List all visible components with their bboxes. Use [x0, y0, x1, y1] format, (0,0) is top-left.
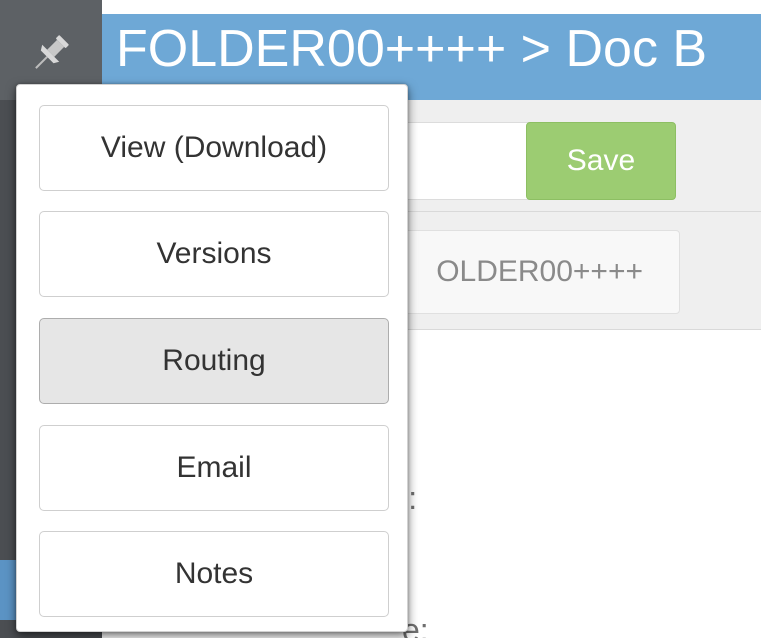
document-editor-screen: FOLDER00++++ > Doc B ncel Save OLDER00++…: [0, 0, 761, 638]
menu-item-email[interactable]: Email: [39, 425, 389, 511]
document-actions-menu: View (Download) Versions Routing Email N…: [16, 84, 408, 632]
menu-item-view-download[interactable]: View (Download): [39, 105, 389, 191]
pin-icon[interactable]: [24, 28, 76, 80]
menu-item-routing[interactable]: Routing: [39, 318, 389, 404]
save-button[interactable]: Save: [526, 122, 676, 200]
menu-item-versions[interactable]: Versions: [39, 211, 389, 297]
menu-item-notes[interactable]: Notes: [39, 531, 389, 617]
page-title: FOLDER00++++ > Doc B: [116, 20, 708, 78]
